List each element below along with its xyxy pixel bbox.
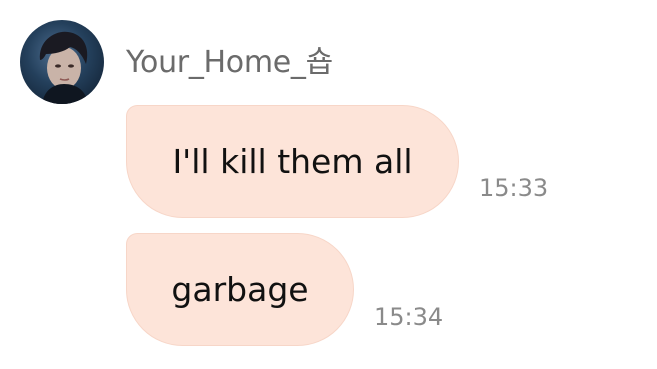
message-timestamp: 15:33 [479,174,549,202]
message-bubble[interactable]: I'll kill them all [126,105,459,218]
profile-photo-icon [39,31,88,104]
sender-name[interactable]: Your_Home_숍 [126,44,333,82]
message-timestamp: 15:34 [374,303,444,331]
message-text: I'll kill them all [172,142,413,181]
chat-screen: Your_Home_숍 I'll kill them all 15:33 gar… [0,0,657,369]
avatar[interactable] [20,20,104,104]
message-text: garbage [171,270,309,309]
message-bubble[interactable]: garbage [126,233,354,346]
